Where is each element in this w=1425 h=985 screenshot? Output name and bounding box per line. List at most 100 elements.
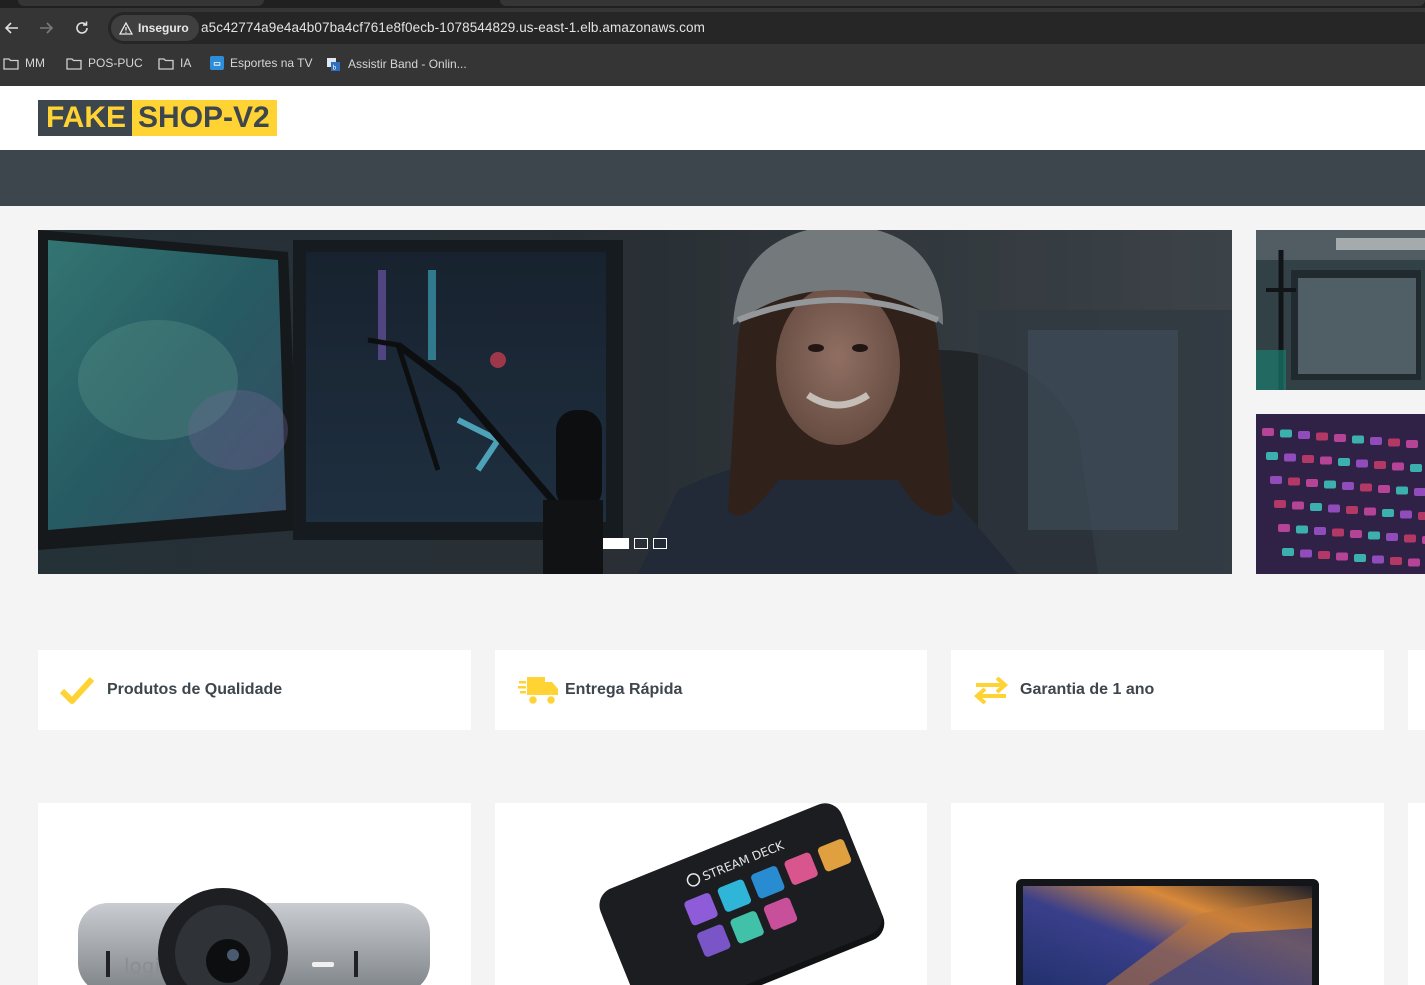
security-chip[interactable]: Inseguro <box>111 15 199 41</box>
shipping-truck-icon <box>518 673 560 707</box>
keyboard-key <box>1328 504 1340 513</box>
bookmark-label: IA <box>180 56 192 70</box>
keyboard-key <box>1324 480 1336 489</box>
keyboard-key <box>1378 485 1390 493</box>
keyboard-key <box>1356 459 1368 468</box>
keyboard-key <box>1374 461 1386 469</box>
keyboard-key <box>1266 452 1278 460</box>
keyboard-key <box>1284 453 1296 462</box>
keyboard-key <box>1418 512 1425 520</box>
tv-favicon-icon: ▭ <box>210 56 224 70</box>
address-bar-row: Inseguro a5c42774a9e4a4b07ba4cf761e8f0ec… <box>0 8 1425 48</box>
main-navbar <box>0 150 1425 206</box>
logo-part-fake: FAKE <box>38 100 133 136</box>
bookmarks-bar: MM POS-PUC IA ▭ Esportes na TV b Assisti… <box>0 52 1425 78</box>
keyboard-key <box>1386 533 1398 541</box>
arrow-left-icon <box>4 22 18 34</box>
folder-icon <box>66 57 82 70</box>
keyboard-key <box>1336 552 1348 561</box>
product-card-partial <box>1408 803 1425 985</box>
keyboard-key <box>1350 530 1362 538</box>
keyboard-key <box>1300 549 1312 558</box>
keyboard-key <box>1292 501 1304 510</box>
keyboard-key <box>1310 503 1322 511</box>
keyboard-key <box>1302 455 1314 463</box>
keyboard-key <box>1306 479 1318 487</box>
bookmark-label: POS-PUC <box>88 56 143 70</box>
browser-chrome: Inseguro a5c42774a9e4a4b07ba4cf761e8f0ec… <box>0 0 1425 86</box>
keyboard-key <box>1354 554 1366 562</box>
carousel-indicator-3[interactable] <box>653 538 667 549</box>
hero-carousel[interactable] <box>38 230 1232 574</box>
feature-card-partial <box>1408 650 1425 730</box>
keyboard-key <box>1338 458 1350 466</box>
keyboard-key <box>1332 528 1344 537</box>
browser-tab[interactable] <box>18 0 264 6</box>
keyboard-key <box>1318 551 1330 559</box>
keyboard-key <box>1298 431 1310 439</box>
product-card-stream-deck[interactable]: STREAM DECK <box>495 803 927 985</box>
keyboard-key <box>1278 524 1290 532</box>
arrow-right-icon <box>40 22 54 34</box>
bookmark-label: Assistir Band - Onlin... <box>348 57 467 71</box>
carousel-indicator-1[interactable] <box>603 538 629 549</box>
reload-icon <box>76 21 88 34</box>
folder-icon <box>158 57 174 70</box>
keyboard-key <box>1270 476 1282 484</box>
back-button[interactable] <box>0 16 24 40</box>
product-image-laptop <box>1016 879 1319 985</box>
hero-slide-image <box>38 230 1232 574</box>
omnibox[interactable]: Inseguro a5c42774a9e4a4b07ba4cf761e8f0ec… <box>108 12 1425 44</box>
bookmark-label: Esportes na TV <box>230 56 313 70</box>
svg-text:b: b <box>333 65 337 72</box>
bookmark-label: MM <box>25 56 45 70</box>
keyboard-key <box>1346 506 1358 514</box>
keyboard-key <box>1320 456 1332 465</box>
side-banner-2[interactable] <box>1256 414 1425 574</box>
keyboard-key <box>1372 555 1384 564</box>
site-header: FAKE SHOP-V2 <box>0 86 1425 150</box>
logo-part-shop: SHOP-V2 <box>132 100 277 136</box>
feature-label: Produtos de Qualidade <box>107 681 283 698</box>
keyboard-key <box>1342 482 1354 490</box>
bookmark-esportes-na-tv[interactable]: ▭ Esportes na TV <box>210 56 313 70</box>
carousel-indicator-2[interactable] <box>634 538 648 549</box>
browser-tab[interactable] <box>500 0 1425 6</box>
product-card-webcam[interactable]: logi <box>38 803 471 985</box>
feature-warranty: Garantia de 1 ano <box>951 650 1384 730</box>
keyboard-key <box>1334 434 1346 442</box>
keyboard-key <box>1364 507 1376 516</box>
keyboard-key <box>1382 509 1394 517</box>
security-label: Inseguro <box>138 21 189 35</box>
product-image-webcam: logi <box>78 888 430 985</box>
side-banner-image <box>1256 230 1425 390</box>
keyboard-key <box>1280 429 1292 438</box>
keyboard-key <box>1262 428 1274 436</box>
keyboard-key <box>1288 477 1300 486</box>
keyboard-key <box>1406 440 1418 448</box>
keyboard-key <box>1408 558 1420 567</box>
keyboard-key <box>1400 510 1412 519</box>
band-favicon-icon: b <box>327 58 340 72</box>
feature-label: Garantia de 1 ano <box>1020 681 1155 698</box>
folder-icon <box>3 57 19 70</box>
warning-triangle-icon <box>119 21 133 35</box>
bookmark-assistir-band[interactable]: b Assistir Band - Onlin... <box>326 56 467 72</box>
keyboard-key <box>1316 432 1328 441</box>
bookmark-ia[interactable]: IA <box>158 56 191 70</box>
side-banner-image <box>1256 414 1425 574</box>
product-card-laptop[interactable] <box>951 803 1384 985</box>
bookmark-pos-puc[interactable]: POS-PUC <box>66 56 143 70</box>
side-banner-1[interactable] <box>1256 230 1425 390</box>
bookmark-mm[interactable]: MM <box>3 56 45 70</box>
keyboard-key <box>1282 548 1294 556</box>
feature-quality: Produtos de Qualidade <box>38 650 471 730</box>
site-logo[interactable]: FAKE SHOP-V2 <box>38 100 277 136</box>
url-text[interactable]: a5c42774a9e4a4b07ba4cf761e8f0ecb-1078544… <box>201 20 705 35</box>
forward-button[interactable] <box>34 16 58 40</box>
reload-button[interactable] <box>70 16 94 40</box>
carousel-indicators <box>603 538 667 549</box>
feature-fast-delivery: Entrega Rápida <box>495 650 927 730</box>
keyboard-key <box>1360 483 1372 492</box>
keyboard-key <box>1274 500 1286 508</box>
